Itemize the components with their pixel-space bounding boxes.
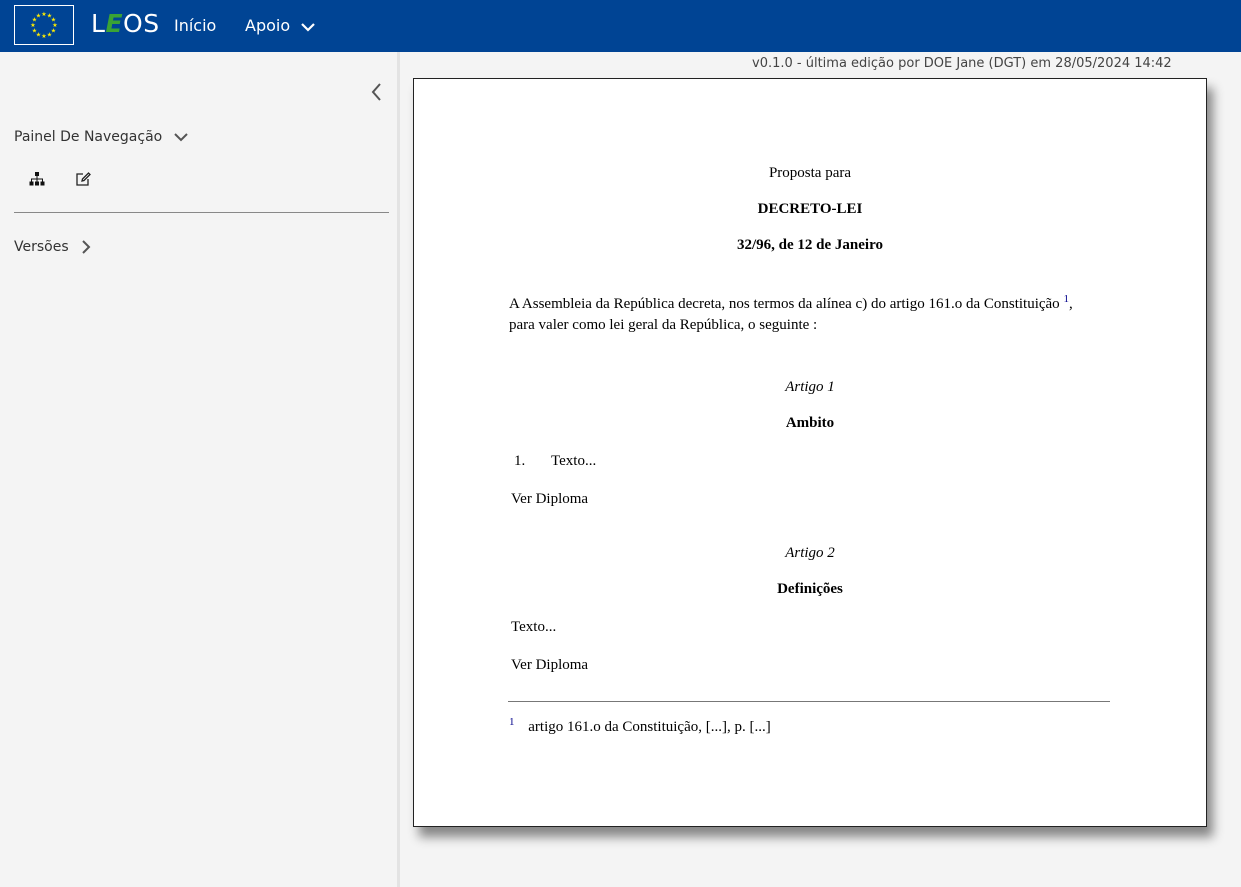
nav-home[interactable]: Início [174,16,216,35]
article-1-item-text: Texto... [551,453,597,469]
footnote-text: artigo 161.o da Constituição, [...], p. … [528,719,771,735]
footnote-number: 1 [509,716,515,728]
preamble: A Assembleia da República decreta, nos t… [509,294,1119,336]
leos-brand[interactable]: LEOS [91,9,160,38]
sidebar-divider [14,212,389,213]
svg-text:★: ★ [47,32,52,39]
brand-prefix: L [91,9,106,38]
doc-type: DECRETO-LEI [757,201,863,217]
preamble-line2: para valer como lei geral da República, … [509,317,818,333]
nav-support[interactable]: Apoio [245,16,315,35]
document-page: Proposta para DECRETO-LEI 32/96, de 12 d… [413,78,1207,827]
article-1-heading: Ambito [785,415,835,431]
versions-toggle[interactable]: Versões [14,239,91,255]
article-1-item: 1. Texto... [514,451,1124,472]
article-2-num: Artigo 2 [785,545,835,561]
doc-preface: Proposta para [768,165,852,181]
eu-flag-logo[interactable]: ★ ★ ★ ★ ★ ★ ★ ★ ★ ★ ★ ★ [14,5,74,45]
footnote: 1 artigo 161.o da Constituição, [...], p… [509,717,1119,738]
version-info: v0.1.0 - última edição por DOE Jane (DGT… [752,56,1172,71]
sitemap-icon[interactable] [28,170,46,188]
navigation-panel-title: Painel De Navegação [14,129,163,145]
chevron-right-icon [82,240,91,254]
chevron-down-icon [301,22,315,32]
brand-suffix: OS [123,9,160,38]
doc-number: 32/96, de 12 de Janeiro [737,237,883,253]
document-area: v0.1.0 - última edição por DOE Jane (DGT… [400,52,1241,887]
article-1-item-num: 1. [514,453,526,469]
svg-text:★: ★ [36,13,41,20]
article-1-link[interactable]: Ver Diploma [511,489,1121,510]
preamble-text: A Assembleia da República decreta, nos t… [509,296,1060,312]
navigation-sidebar: Painel De Navegação Versões [0,52,400,887]
edit-icon[interactable] [74,170,92,188]
article-2-link[interactable]: Ver Diploma [511,655,1121,676]
navigation-panel-toggle[interactable]: Painel De Navegação [14,129,189,145]
article-2-text: Texto... [511,619,557,635]
chevron-down-icon [173,133,188,142]
nav-support-label: Apoio [245,16,291,35]
versions-label: Versões [14,239,69,255]
article-2-heading: Definições [777,581,843,597]
article-1-num: Artigo 1 [785,379,835,395]
svg-text:★: ★ [41,33,46,40]
footnote-divider [508,701,1110,702]
preamble-end: , [1068,296,1073,312]
top-bar: ★ ★ ★ ★ ★ ★ ★ ★ ★ ★ ★ ★ LEOS Início Apoi… [0,0,1241,52]
brand-e: E [105,9,124,38]
chevron-left-icon[interactable] [369,82,385,102]
